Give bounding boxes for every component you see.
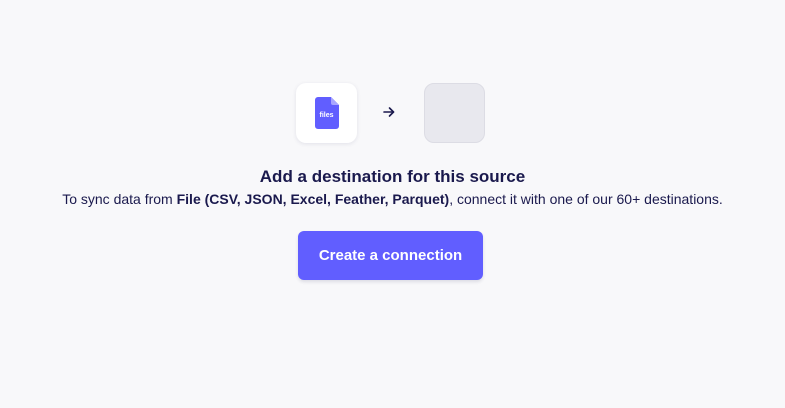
arrow-right-icon bbox=[382, 104, 396, 120]
create-connection-button[interactable]: Create a connection bbox=[298, 231, 483, 280]
source-connector-card: files bbox=[296, 83, 357, 143]
empty-state-page: files Add a destination for this source … bbox=[0, 0, 785, 408]
file-icon: files bbox=[314, 97, 339, 129]
destination-placeholder-card bbox=[424, 83, 485, 143]
source-name: File (CSV, JSON, Excel, Feather, Parquet… bbox=[176, 191, 450, 207]
description-text: To sync data from File (CSV, JSON, Excel… bbox=[0, 190, 785, 208]
description-suffix: , connect it with one of our 60+ destina… bbox=[449, 191, 723, 207]
description-prefix: To sync data from bbox=[62, 191, 177, 207]
page-title: Add a destination for this source bbox=[259, 167, 526, 186]
file-icon-label: files bbox=[319, 112, 334, 119]
